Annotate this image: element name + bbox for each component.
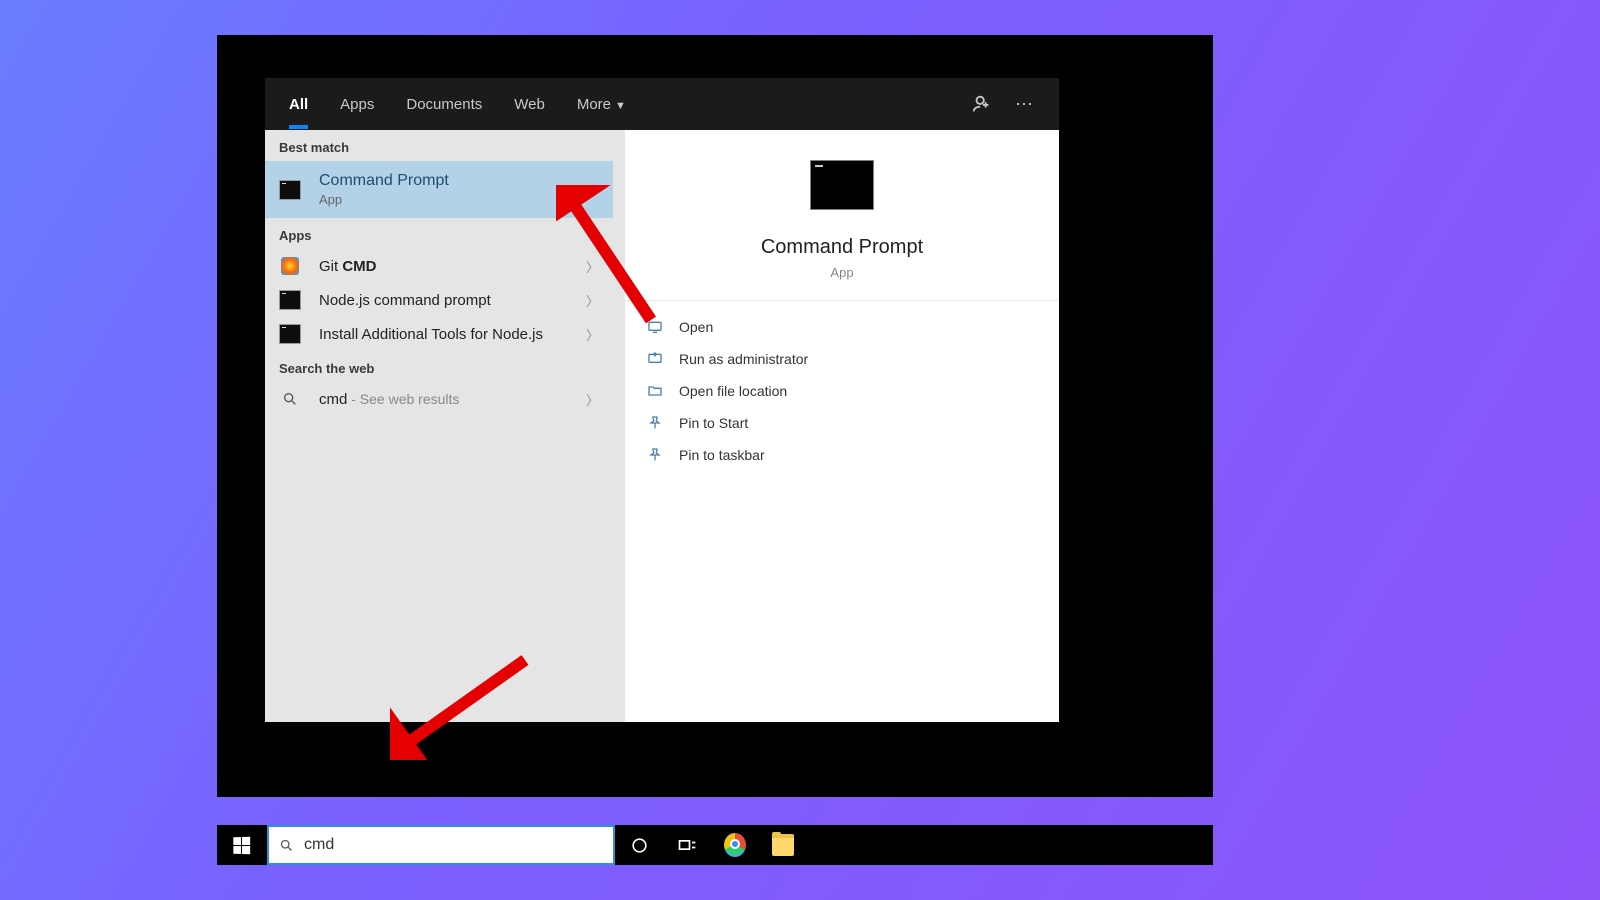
tab-documents[interactable]: Documents xyxy=(406,80,482,129)
cortana-button[interactable] xyxy=(615,825,663,865)
action-pin-taskbar[interactable]: Pin to taskbar xyxy=(625,439,1059,471)
search-input[interactable] xyxy=(302,835,613,855)
tab-apps[interactable]: Apps xyxy=(340,80,374,129)
chrome-taskbar-icon[interactable] xyxy=(711,825,759,865)
result-install-tools[interactable]: Install Additional Tools for Node.js 〉 xyxy=(265,317,613,351)
windows-icon xyxy=(233,836,250,854)
section-best-match: Best match xyxy=(265,130,613,161)
cmd-icon xyxy=(279,180,301,200)
result-subtitle: App xyxy=(319,192,599,207)
taskbar-search-box[interactable] xyxy=(267,825,615,865)
preview-title: Command Prompt xyxy=(635,236,1049,259)
action-pin-start[interactable]: Pin to Start xyxy=(625,407,1059,439)
result-git-cmd[interactable]: Git CMD 〉 xyxy=(265,249,613,283)
chevron-right-icon: 〉 xyxy=(586,257,599,276)
explorer-taskbar-icon[interactable] xyxy=(759,825,807,865)
preview-pane: Command Prompt App Open Run as administr… xyxy=(613,130,1059,722)
action-run-admin[interactable]: Run as administrator xyxy=(625,343,1059,375)
command-prompt-icon xyxy=(810,160,874,210)
search-icon xyxy=(279,838,294,853)
result-nodejs-prompt[interactable]: Node.js command prompt 〉 xyxy=(265,283,613,317)
section-search-web: Search the web xyxy=(265,351,613,382)
action-open[interactable]: Open xyxy=(625,311,1059,343)
tab-web[interactable]: Web xyxy=(514,80,545,129)
chevron-right-icon: 〉 xyxy=(586,390,599,409)
start-button[interactable] xyxy=(217,837,265,854)
section-apps: Apps xyxy=(265,218,613,249)
feedback-icon[interactable] xyxy=(971,93,993,115)
git-icon xyxy=(281,257,299,275)
cmd-icon xyxy=(279,290,301,310)
result-web-search[interactable]: cmd - See web results 〉 xyxy=(265,382,613,416)
search-tabs: All Apps Documents Web More▼ ⋯ xyxy=(265,78,1059,130)
results-list: Best match Command Prompt App Apps Git C… xyxy=(265,130,613,722)
cmd-icon xyxy=(279,324,301,344)
tab-all[interactable]: All xyxy=(289,80,308,129)
more-options-icon[interactable]: ⋯ xyxy=(1013,93,1035,115)
chevron-right-icon: 〉 xyxy=(586,291,599,310)
result-title: Command Prompt xyxy=(319,172,599,190)
search-icon xyxy=(279,388,301,410)
tab-more[interactable]: More▼ xyxy=(577,80,626,129)
action-open-file-location[interactable]: Open file location xyxy=(625,375,1059,407)
result-command-prompt[interactable]: Command Prompt App xyxy=(265,161,613,218)
search-panel: All Apps Documents Web More▼ ⋯ Best matc… xyxy=(265,78,1059,722)
chevron-right-icon: 〉 xyxy=(586,325,599,344)
task-view-button[interactable] xyxy=(663,825,711,865)
taskbar xyxy=(217,825,1213,865)
preview-type: App xyxy=(635,265,1049,280)
